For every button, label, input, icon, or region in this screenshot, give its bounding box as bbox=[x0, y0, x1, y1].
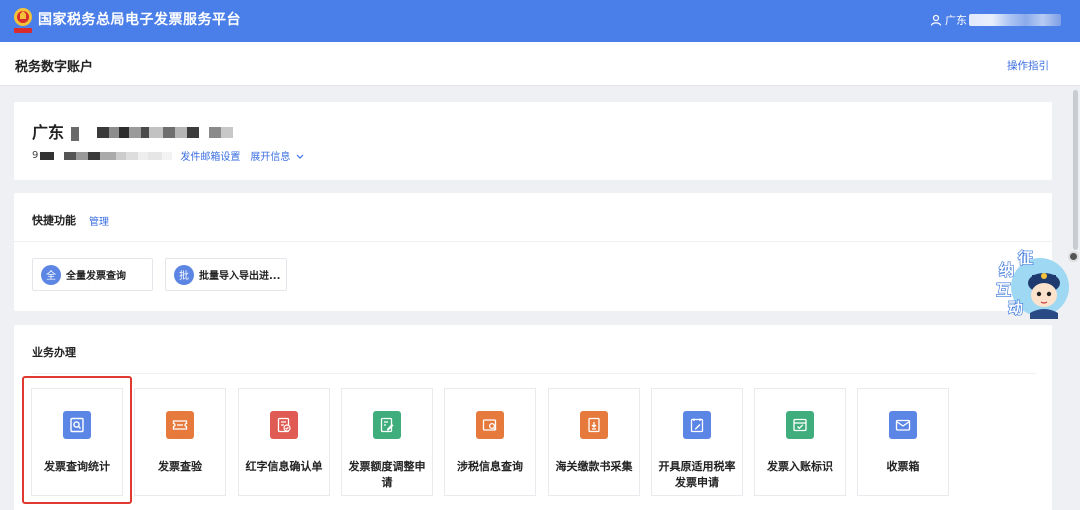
mascot-assistant-widget[interactable]: 征 纳 互 动 bbox=[996, 247, 1070, 319]
inbox-icon bbox=[889, 411, 917, 439]
tile-label: 发票查验 bbox=[158, 460, 202, 473]
redacted-user-name bbox=[969, 14, 1061, 26]
operation-guide-link[interactable]: 操作指引 bbox=[1007, 58, 1049, 73]
tile-label: 涉税信息查询 bbox=[457, 460, 523, 473]
account-mark-icon bbox=[786, 411, 814, 439]
divider bbox=[14, 241, 1052, 242]
quick-batch-import-export[interactable]: 批 批量导入导出进... bbox=[165, 258, 287, 291]
tile-original-rate-apply[interactable]: 开具原适用税率发票申请 bbox=[651, 388, 743, 496]
quick-label: 批量导入导出进... bbox=[199, 271, 281, 282]
tile-label: 海关缴款书采集 bbox=[555, 460, 633, 473]
tax-id-row: 9 发件邮箱设置 展开信息 bbox=[32, 148, 304, 163]
tile-label: 红字信息确认单 bbox=[245, 460, 323, 473]
quick-functions-title: 快捷功能 bbox=[32, 214, 76, 227]
tile-red-info-confirm[interactable]: 红字信息确认单 bbox=[238, 388, 330, 496]
page-header: 税务数字账户 操作指引 bbox=[0, 42, 1080, 86]
tile-label: 发票入账标识 bbox=[767, 460, 833, 473]
manage-link[interactable]: 管理 bbox=[89, 213, 109, 228]
customs-collect-icon bbox=[580, 411, 608, 439]
chevron-down-icon bbox=[296, 154, 303, 159]
invoice-search-icon bbox=[63, 411, 91, 439]
app-title: 国家税务总局电子发票服务平台 bbox=[38, 12, 241, 28]
ticket-verify-icon bbox=[166, 411, 194, 439]
tax-id: 9 bbox=[32, 150, 39, 161]
tile-label: 发票查询统计 bbox=[44, 460, 110, 473]
tax-info-search-icon bbox=[476, 411, 504, 439]
company-info-card: 广东 9 发件邮箱设置 展开信息 bbox=[14, 102, 1052, 180]
red-confirm-icon bbox=[270, 411, 298, 439]
user-name: 广东 bbox=[945, 14, 967, 27]
svg-text:互: 互 bbox=[996, 282, 1011, 299]
quick-icon-full: 全 bbox=[41, 264, 61, 285]
divider bbox=[32, 373, 1036, 374]
scrollbar[interactable] bbox=[1073, 90, 1078, 250]
tile-customs-collect[interactable]: 海关缴款书采集 bbox=[548, 388, 640, 496]
tile-label: 发票额度调整申请 bbox=[348, 460, 426, 489]
top-bar: 国家税务总局电子发票服务平台 广东 bbox=[0, 0, 1080, 42]
tile-quota-adjust[interactable]: 发票额度调整申请 bbox=[341, 388, 433, 496]
mail-settings-link[interactable]: 发件邮箱设置 bbox=[180, 148, 240, 163]
tile-label: 收票箱 bbox=[886, 460, 920, 473]
tax-emblem-icon bbox=[14, 8, 32, 33]
user-menu[interactable]: 广东 bbox=[930, 12, 1061, 28]
quick-full-invoice-query[interactable]: 全 全量发票查询 bbox=[32, 258, 153, 291]
tile-invoice-account-mark[interactable]: 发票入账标识 bbox=[754, 388, 846, 496]
rate-apply-icon bbox=[683, 411, 711, 439]
quota-edit-icon bbox=[373, 411, 401, 439]
tile-inbox[interactable]: 收票箱 bbox=[857, 388, 949, 496]
business-title: 业务办理 bbox=[32, 346, 76, 359]
tile-label: 开具原适用税率发票申请 bbox=[658, 460, 736, 489]
redacted-tax-id bbox=[40, 151, 173, 160]
quick-functions-card: 快捷功能 管理 全 全量发票查询 批 批量导入导出进... bbox=[14, 193, 1052, 311]
page-title: 税务数字账户 bbox=[15, 60, 94, 75]
quick-icon-batch: 批 bbox=[174, 264, 194, 285]
svg-text:纳: 纳 bbox=[999, 261, 1014, 279]
redacted-company-name bbox=[70, 126, 233, 141]
expand-info-link[interactable]: 展开信息 bbox=[250, 148, 303, 163]
tile-tax-info-query[interactable]: 涉税信息查询 bbox=[444, 388, 536, 496]
quick-label: 全量发票查询 bbox=[66, 271, 126, 282]
tile-invoice-query-stats[interactable]: 发票查询统计 bbox=[31, 388, 123, 496]
svg-text:动: 动 bbox=[1008, 299, 1023, 317]
tile-invoice-verify[interactable]: 发票查验 bbox=[134, 388, 226, 496]
company-name: 广东 bbox=[32, 119, 233, 143]
user-icon bbox=[930, 14, 942, 26]
svg-text:征: 征 bbox=[1018, 249, 1033, 267]
